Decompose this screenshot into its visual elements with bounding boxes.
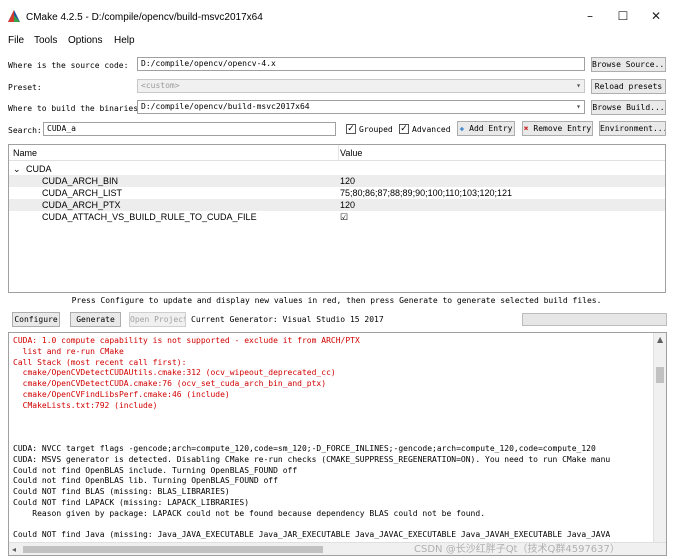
- chevron-down-icon: ▾: [576, 81, 581, 90]
- grouped-label: Grouped: [359, 125, 393, 134]
- grouped-checkbox[interactable]: ✓: [346, 124, 356, 134]
- scroll-left-icon[interactable]: ◂: [12, 545, 16, 554]
- log-line: Could NOT find BLAS (missing: BLAS_LIBRA…: [13, 487, 230, 497]
- table-row[interactable]: CUDA_ARCH_BIN 120: [9, 175, 665, 187]
- log-line: cmake/OpenCVDetectCUDA.cmake:76 (ocv_set…: [13, 379, 327, 389]
- log-line: CUDA: MSVS generator is detected. Disabl…: [13, 454, 611, 464]
- preset-value: <custom>: [141, 81, 180, 90]
- column-divider[interactable]: [338, 145, 339, 161]
- preset-label: Preset:: [8, 83, 42, 92]
- log-line: cmake/OpenCVDetectCUDAUtils.cmake:312 (o…: [13, 368, 336, 378]
- environment-button[interactable]: Environment...: [599, 121, 666, 136]
- scroll-thumb[interactable]: [656, 367, 664, 383]
- advanced-checkbox[interactable]: ✓: [399, 124, 409, 134]
- build-path-combobox[interactable]: D:/compile/opencv/build-msvc2017x64 ▾: [137, 100, 585, 114]
- close-button[interactable]: ✕: [641, 6, 671, 26]
- entry-value[interactable]: 75;80;86;87;88;89;90;100;110;103;120;121: [340, 188, 512, 198]
- log-line: Call Stack (most recent call first):: [13, 357, 187, 367]
- title-bar: CMake 4.2.5 - D:/compile/opencv/build-ms…: [0, 0, 673, 30]
- chevron-down-icon[interactable]: ⌄: [13, 164, 21, 175]
- source-label: Where is the source code:: [8, 61, 129, 70]
- source-path-input[interactable]: D:/compile/opencv/opencv-4.x: [137, 57, 585, 71]
- remove-icon: ✖: [523, 124, 529, 133]
- generate-button[interactable]: Generate: [70, 312, 121, 327]
- current-generator-label: Current Generator: Visual Studio 15 2017: [191, 315, 384, 324]
- log-line: Could not find OpenBLAS lib. Turning Ope…: [13, 476, 278, 486]
- browse-source-button[interactable]: Browse Source...: [591, 57, 666, 72]
- advanced-label: Advanced: [412, 125, 451, 134]
- menu-options[interactable]: Options: [68, 35, 102, 46]
- output-log[interactable]: CUDA: 1.0 compute capability is not supp…: [8, 332, 667, 556]
- log-line: cmake/OpenCVFindLibsPerf.cmake:46 (inclu…: [13, 390, 230, 399]
- window-title: CMake 4.2.5 - D:/compile/opencv/build-ms…: [26, 12, 263, 23]
- entry-name: CUDA_ARCH_LIST: [42, 188, 123, 198]
- cmake-logo-icon: [8, 10, 20, 22]
- log-line: Reason given by package: LAPACK could no…: [13, 508, 486, 518]
- table-row[interactable]: CUDA_ARCH_LIST 75;80;86;87;88;89;90;100;…: [9, 187, 665, 199]
- column-header-value[interactable]: Value: [340, 148, 362, 158]
- menu-bar: File Tools Options Help: [0, 32, 673, 50]
- build-path-value: D:/compile/opencv/build-msvc2017x64: [141, 102, 310, 111]
- table-header: Name Value: [9, 145, 665, 161]
- minimize-button[interactable]: –: [575, 6, 605, 26]
- table-row[interactable]: CUDA_ATTACH_VS_BUILD_RULE_TO_CUDA_FILE ☑: [9, 211, 665, 223]
- log-line: CUDA: 1.0 compute capability is not supp…: [13, 336, 360, 345]
- open-project-button[interactable]: Open Project: [129, 312, 186, 327]
- entry-name: CUDA_ATTACH_VS_BUILD_RULE_TO_CUDA_FILE: [42, 212, 257, 222]
- plus-icon: ✚: [459, 124, 465, 133]
- watermark: CSDN @长沙红胖子Qt（技术Q群4597637）: [414, 544, 620, 555]
- table-row[interactable]: CUDA_ARCH_PTX 120: [9, 199, 665, 211]
- entry-name: CUDA_ARCH_BIN: [42, 176, 119, 186]
- log-line: list and re-run CMake: [13, 346, 124, 356]
- configure-button[interactable]: Configure: [12, 312, 60, 327]
- add-entry-label: Add Entry: [469, 124, 513, 133]
- remove-entry-label: Remove Entry: [533, 124, 592, 133]
- group-row-cuda[interactable]: ⌄ CUDA: [9, 163, 665, 175]
- preset-combobox[interactable]: <custom> ▾: [137, 79, 585, 93]
- log-line: Could NOT find Java (missing: Java_JAVA_…: [13, 530, 611, 540]
- vertical-scrollbar[interactable]: ▲: [653, 333, 666, 543]
- scroll-up-icon[interactable]: ▲: [657, 335, 663, 344]
- add-entry-button[interactable]: ✚ Add Entry: [457, 121, 515, 136]
- menu-help[interactable]: Help: [114, 35, 135, 46]
- status-hint: Press Configure to update and display ne…: [71, 296, 602, 305]
- search-input[interactable]: CUDA_a: [43, 122, 336, 136]
- log-line: Could not find OpenBLAS include. Turning…: [13, 465, 298, 475]
- progress-bar: [522, 313, 667, 326]
- log-line: CUDA: NVCC target flags -gencode;arch=co…: [13, 444, 596, 453]
- log-line: Could NOT find LAPACK (missing: LAPACK_L…: [13, 498, 250, 507]
- remove-entry-button[interactable]: ✖ Remove Entry: [522, 121, 593, 136]
- menu-tools[interactable]: Tools: [34, 35, 57, 46]
- browse-build-button[interactable]: Browse Build...: [591, 100, 666, 115]
- entry-value-checkbox[interactable]: ☑: [340, 212, 348, 223]
- cache-table[interactable]: Name Value ⌄ CUDA CUDA_ARCH_BIN 120 CUDA…: [8, 144, 666, 293]
- menu-file[interactable]: File: [8, 35, 24, 46]
- reload-presets-button[interactable]: Reload presets: [591, 79, 666, 94]
- entry-value[interactable]: 120: [340, 200, 355, 210]
- build-label: Where to build the binaries:: [8, 104, 143, 113]
- scroll-thumb[interactable]: [23, 546, 323, 553]
- log-line: CMakeLists.txt:792 (include): [13, 400, 158, 410]
- column-header-name[interactable]: Name: [13, 148, 37, 158]
- chevron-down-icon: ▾: [576, 102, 581, 111]
- entry-name: CUDA_ARCH_PTX: [42, 200, 121, 210]
- entry-value[interactable]: 120: [340, 176, 355, 186]
- search-label: Search:: [8, 126, 42, 135]
- maximize-button[interactable]: ☐: [608, 6, 638, 26]
- group-label: CUDA: [26, 164, 52, 174]
